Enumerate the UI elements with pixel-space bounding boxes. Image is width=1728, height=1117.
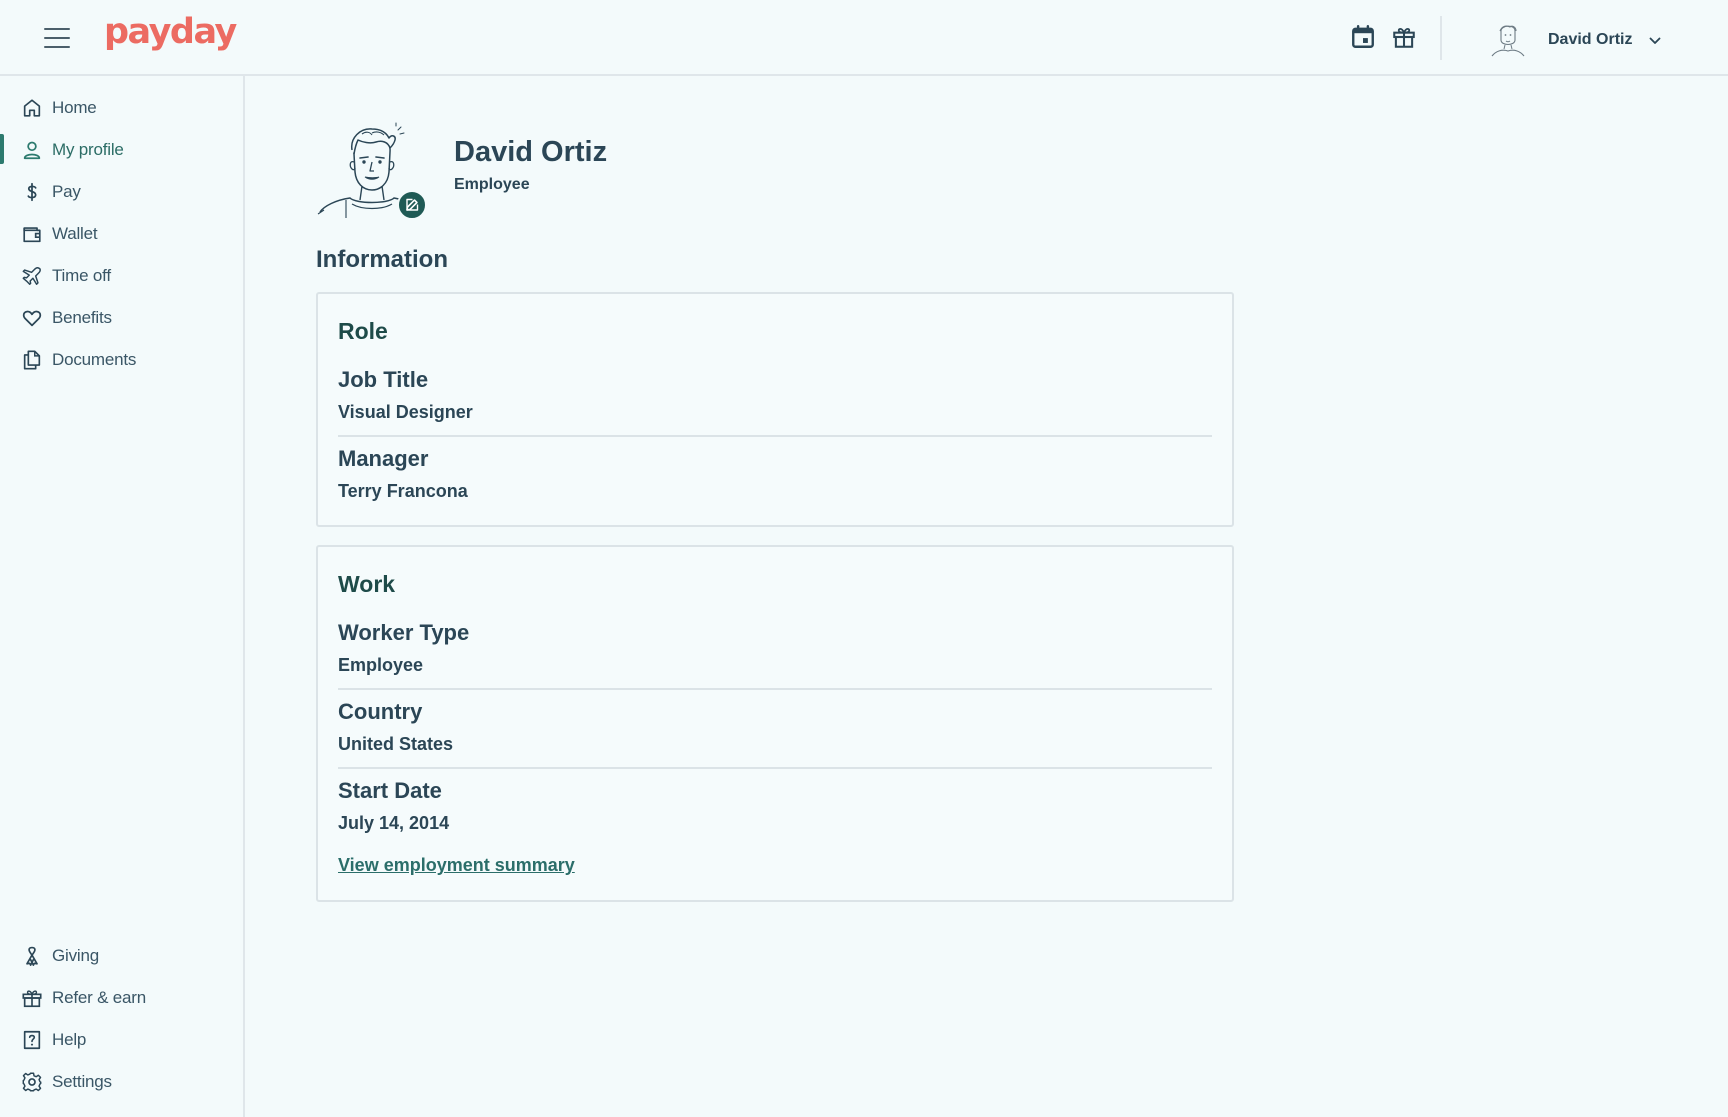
profile-name: David Ortiz [454,136,608,168]
sidebar: Home My profile Pay Wallet Time off Bene… [0,76,245,1117]
field-value: July 14, 2014 [338,813,450,833]
wallet-icon [23,227,41,243]
sidebar-item-label: Pay [52,182,81,201]
edit-avatar-button[interactable] [397,190,427,220]
gift-icon[interactable] [1391,24,1417,50]
sidebar-item-time-off[interactable]: Time off [0,258,243,294]
help-icon [23,1030,41,1050]
field-label: Start Date [338,778,442,803]
user-menu[interactable]: David Ortiz [1488,20,1668,60]
view-employment-summary-link[interactable]: View employment summary [338,855,575,876]
field-label: Job Title [338,367,429,392]
heart-icon [22,310,42,327]
user-name: David Ortiz [1548,31,1633,48]
calendar-icon[interactable] [1350,24,1376,50]
field-divider [338,767,1212,769]
documents-icon [23,350,41,370]
ribbon-icon [26,946,38,966]
field-divider [338,688,1212,690]
sidebar-item-label: Documents [52,350,137,369]
active-indicator [0,134,4,164]
top-bar: payday David Ortiz [0,0,1728,76]
gift-icon [22,990,42,1008]
sidebar-item-settings[interactable]: Settings [0,1064,243,1100]
sidebar-item-my-profile[interactable]: My profile [0,132,243,168]
sidebar-item-label: Refer & earn [52,988,146,1007]
header-divider [1440,16,1442,60]
field-value: Employee [338,655,424,675]
sidebar-item-giving[interactable]: Giving [0,938,243,974]
sidebar-item-pay[interactable]: Pay [0,174,243,210]
sidebar-item-wallet[interactable]: Wallet [0,216,243,252]
sidebar-item-label: Time off [52,266,111,285]
menu-icon[interactable] [44,28,70,48]
sidebar-item-label: Benefits [52,308,112,327]
field-value: Visual Designer [338,402,473,422]
sidebar-item-label: My profile [52,140,124,159]
sidebar-item-documents[interactable]: Documents [0,342,243,378]
plane-icon [22,267,41,285]
sidebar-item-refer-earn[interactable]: Refer & earn [0,980,243,1016]
chevron-down-icon[interactable] [1648,34,1662,48]
sidebar-item-label: Giving [52,946,99,965]
edit-icon [406,198,419,211]
user-icon [23,141,41,160]
sidebar-item-home[interactable]: Home [0,90,243,126]
field-divider [338,435,1212,437]
avatar [1491,25,1525,57]
field-label: Country [338,699,423,724]
payday-logo[interactable]: payday [104,12,237,52]
section-title: Information [316,246,448,273]
sidebar-item-label: Help [52,1030,87,1049]
sidebar-item-help[interactable]: Help [0,1022,243,1058]
field-label: Manager [338,446,429,471]
field-label: Worker Type [338,620,470,645]
profile-role: Employee [454,176,530,193]
sidebar-item-label: Settings [52,1072,112,1091]
field-value: Terry Francona [338,481,468,501]
gear-icon [22,1072,42,1092]
home-icon [23,99,41,117]
card-title: Role [338,318,388,344]
card-title: Work [338,571,396,597]
sidebar-item-benefits[interactable]: Benefits [0,300,243,336]
sidebar-item-label: Wallet [52,224,98,243]
dollar-icon [27,182,37,202]
field-value: United States [338,734,454,754]
role-card: Role Job Title Visual Designer Manager T… [316,292,1234,527]
work-card: Work Worker Type Employee Country United… [316,545,1234,902]
sidebar-item-label: Home [52,98,97,117]
